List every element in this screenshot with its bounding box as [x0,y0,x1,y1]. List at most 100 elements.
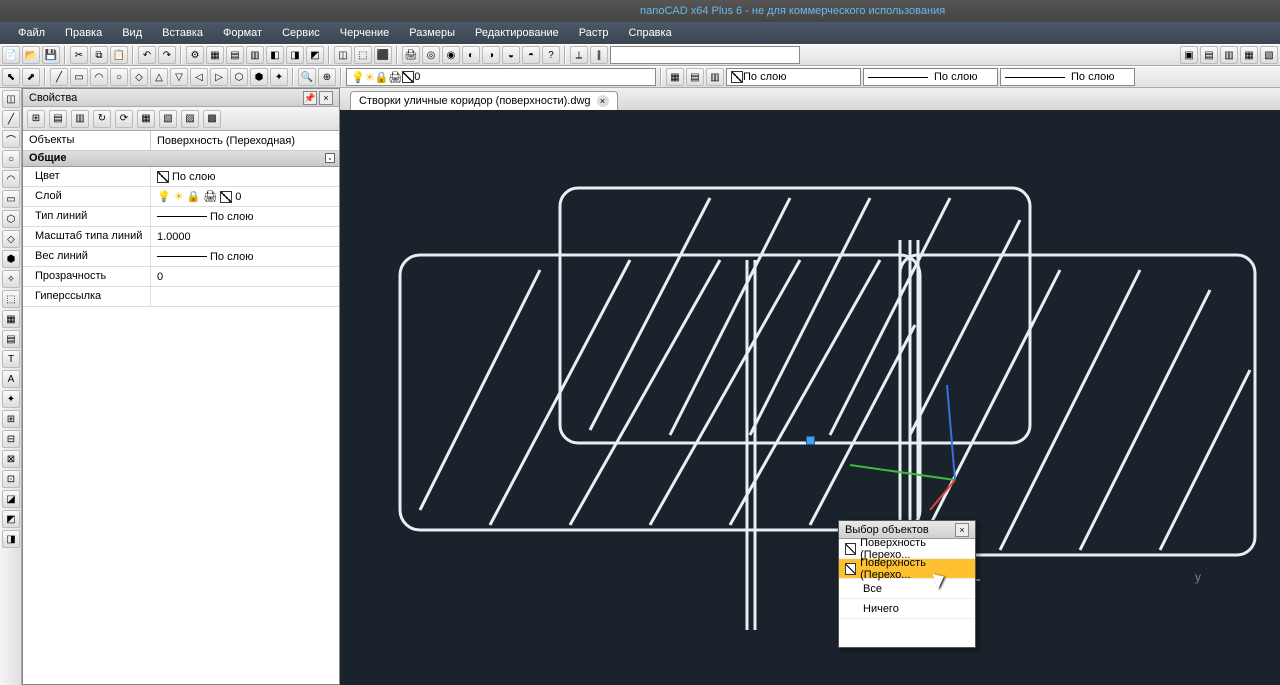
tool-icon[interactable]: ◇ [130,68,148,86]
tool-icon[interactable]: ⬡ [230,68,248,86]
prop-value[interactable]: 1.0000 [151,227,339,246]
zoom-icon[interactable]: 🔍 [298,68,316,86]
property-row[interactable]: Слой💡☀🔒🖨0 [23,187,339,207]
tool-icon[interactable]: ◫ [334,46,352,64]
tool-icon[interactable]: ◠ [2,170,20,188]
tool-icon[interactable]: A [2,370,20,388]
property-row[interactable]: Гиперссылка [23,287,339,307]
property-row[interactable]: Прозрачность0 [23,267,339,287]
tool-icon[interactable]: ∥ [590,46,608,64]
close-icon[interactable]: × [319,91,333,105]
tool-icon[interactable]: ╱ [2,110,20,128]
linetype-combo[interactable]: По слою [863,68,998,86]
tool-icon[interactable]: ⟂ [570,46,588,64]
tool-icon[interactable]: ⊞ [2,410,20,428]
tool-icon[interactable]: ▦ [206,46,224,64]
help-icon[interactable]: ? [542,46,560,64]
tool-icon[interactable]: ▤ [1200,46,1218,64]
tool-icon[interactable]: ▭ [2,190,20,208]
popup-item[interactable]: Поверхность (Перехо... [839,559,975,579]
drawing-canvas[interactable]: z y Выбор объектов × Поверхность (Перехо… [340,110,1280,685]
tool-icon[interactable]: ◒ [502,46,520,64]
menu-help[interactable]: Справка [619,23,682,43]
arc-icon[interactable]: ◠ [90,68,108,86]
menu-file[interactable]: Файл [8,23,55,43]
tool-icon[interactable]: ▤ [2,330,20,348]
tool-icon[interactable]: ✦ [2,390,20,408]
new-icon[interactable]: 📄 [2,46,20,64]
tool-icon[interactable]: ✦ [270,68,288,86]
menu-format[interactable]: Формат [213,23,272,43]
tool-icon[interactable]: ▥ [71,110,89,128]
command-input[interactable] [610,46,800,64]
tool-icon[interactable]: ◩ [306,46,324,64]
close-tab-icon[interactable]: × [597,95,609,107]
menu-tools[interactable]: Сервис [272,23,330,43]
tool-icon[interactable]: ⊠ [2,450,20,468]
layer-tool-icon[interactable]: ▦ [666,68,684,86]
group-header[interactable]: Общие - [23,151,339,167]
menu-insert[interactable]: Вставка [152,23,213,43]
pin-icon[interactable]: 📌 [303,91,317,105]
tool-icon[interactable]: ◨ [286,46,304,64]
paste-icon[interactable]: 📋 [110,46,128,64]
cut-icon[interactable]: ✂ [70,46,88,64]
tool-icon[interactable]: ▨ [181,110,199,128]
prop-value[interactable]: По слою [151,247,339,266]
tool-icon[interactable]: ⬚ [2,290,20,308]
prop-value[interactable]: По слою [151,167,339,186]
tool-icon[interactable]: ◎ [422,46,440,64]
lineweight-combo[interactable]: По слою [1000,68,1135,86]
tool-icon[interactable]: ▤ [49,110,67,128]
tool-icon[interactable]: ⬚ [354,46,372,64]
menu-edit[interactable]: Правка [55,23,112,43]
close-icon[interactable]: × [955,523,969,537]
select-icon[interactable]: ⬉ [2,68,20,86]
menu-draw[interactable]: Черчение [330,23,400,43]
popup-item[interactable]: Ничего [839,599,975,619]
tool-icon[interactable]: ▩ [203,110,221,128]
tool-icon[interactable]: ▧ [1260,46,1278,64]
circle-icon[interactable]: ○ [110,68,128,86]
collapse-icon[interactable]: - [325,153,335,163]
layer-tool-icon[interactable]: ▥ [706,68,724,86]
tool-icon[interactable]: ↻ [93,110,111,128]
property-row[interactable]: Тип линийПо слою [23,207,339,227]
menu-dim[interactable]: Размеры [399,23,465,43]
layer-combo[interactable]: 💡 ☀ 🔒 🖨 0 [346,68,656,86]
color-combo[interactable]: По слою [726,68,861,86]
menu-modify[interactable]: Редактирование [465,23,569,43]
popup-item[interactable]: Все [839,579,975,599]
tool-icon[interactable]: ◇ [2,230,20,248]
tool-icon[interactable]: ⬡ [2,210,20,228]
tool-icon[interactable]: ▥ [246,46,264,64]
tool-icon[interactable]: ▦ [1240,46,1258,64]
prop-value[interactable] [151,287,339,306]
tool-icon[interactable]: ◧ [266,46,284,64]
tool-icon[interactable]: ⊡ [2,470,20,488]
tool-icon[interactable]: ⟳ [115,110,133,128]
menu-raster[interactable]: Растр [569,23,619,43]
print-icon[interactable]: 🖨 [402,46,420,64]
tool-icon[interactable]: ▤ [226,46,244,64]
tool-icon[interactable]: ⬢ [250,68,268,86]
tool-icon[interactable]: ▷ [210,68,228,86]
tool-icon[interactable]: ◫ [2,90,20,108]
prop-value[interactable]: 💡☀🔒🖨0 [151,187,339,206]
property-row[interactable]: Вес линийПо слою [23,247,339,267]
tool-icon[interactable]: ▧ [159,110,177,128]
tool-icon[interactable]: △ [150,68,168,86]
tool-icon[interactable]: ◨ [2,530,20,548]
tool-icon[interactable]: ◩ [2,510,20,528]
tool-icon[interactable]: T [2,350,20,368]
prop-value[interactable]: 0 [151,267,339,286]
redo-icon[interactable]: ↷ [158,46,176,64]
tool-icon[interactable]: ◑ [482,46,500,64]
save-icon[interactable]: 💾 [42,46,60,64]
selection-grip[interactable] [806,436,815,445]
open-icon[interactable]: 📂 [22,46,40,64]
tool-icon[interactable]: ▦ [137,110,155,128]
tool-icon[interactable]: ⊟ [2,430,20,448]
layer-tool-icon[interactable]: ▤ [686,68,704,86]
tool-icon[interactable]: ◁ [190,68,208,86]
